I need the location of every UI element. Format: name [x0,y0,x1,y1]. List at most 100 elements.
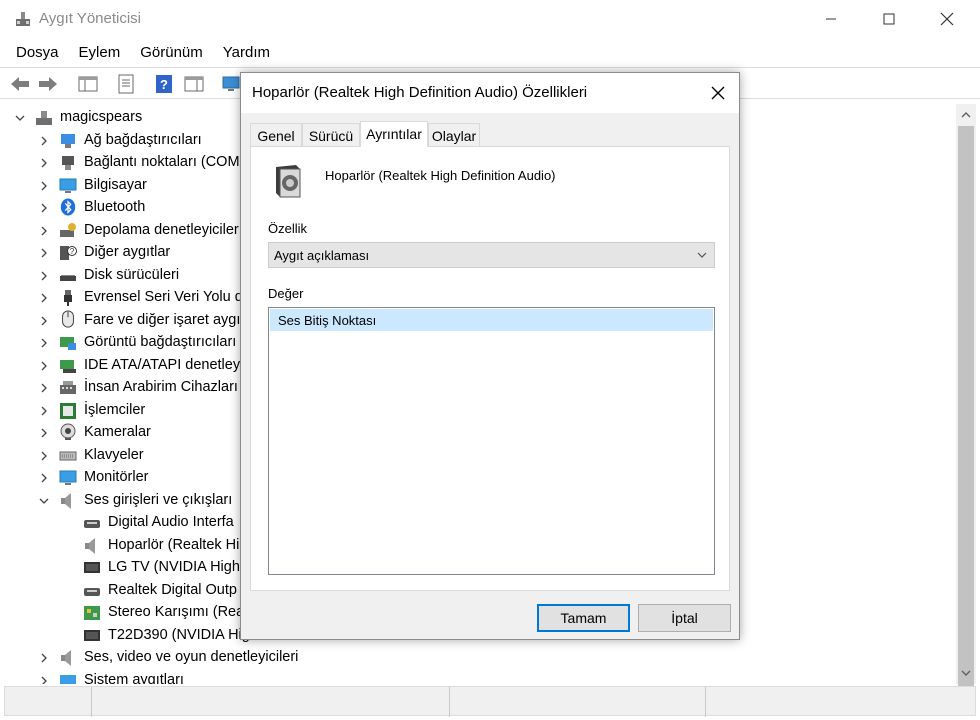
console-tree-icon [78,76,98,92]
expand-chevron-icon[interactable] [38,382,50,394]
expand-chevron-icon[interactable] [38,157,50,169]
tree-item-label: LG TV (NVIDIA High D [108,559,255,575]
list-item-text: Ses Bitiş Noktası [278,313,377,328]
usb-plug-icon [64,290,72,306]
tv-icon [84,630,100,641]
tree-item-label: Depolama denetleyiciler [84,222,239,238]
tree-item-label: Disk sürücüleri [84,267,180,283]
tab-general[interactable]: Genel [250,123,302,146]
speaker-icon [85,538,95,554]
tree-item-label: Klavyeler [84,447,144,463]
property-select-value: Aygıt açıklaması [274,248,370,263]
tree-item-label: T22D390 (NVIDIA Hig [108,627,250,643]
menu-file[interactable]: Dosya [0,41,69,65]
expand-chevron-icon[interactable] [38,405,50,417]
forward-arrow-icon [39,77,57,91]
details-panel: Hoparlör (Realtek High Definition Audio)… [250,146,730,591]
expand-chevron-icon[interactable] [38,450,50,462]
tree-item-label: Sistem aygıtları [84,672,184,684]
title-bar: Aygıt Yöneticisi [0,0,980,38]
tree-item-sound-video-game-controllers[interactable]: Ses, video ve oyun denetleyicileri [6,647,406,669]
properties-icon [118,74,134,94]
speaker-icon [61,493,71,509]
expand-chevron-icon[interactable] [38,180,50,192]
scroll-up-arrow-icon[interactable] [956,106,976,124]
tree-item-label: Görüntü bağdaştırıcıları [84,334,237,350]
maximize-button[interactable] [860,0,918,38]
mouse-icon [62,310,74,328]
list-item-selected[interactable]: Ses Bitiş Noktası [270,309,713,331]
keyboard-icon [59,451,77,461]
tree-item-system-devices[interactable]: Sistem aygıtları [6,670,406,684]
expand-chevron-icon[interactable] [38,292,50,304]
expand-chevron-icon[interactable] [38,472,50,484]
value-label: Değer [268,286,304,301]
back-button[interactable] [8,72,32,96]
properties-dialog: Hoparlör (Realtek High Definition Audio)… [240,72,740,640]
tree-item-label: Diğer aygıtlar [84,244,171,260]
monitor-icon [59,470,77,485]
status-divider [705,687,706,717]
expand-chevron-icon[interactable] [38,652,50,664]
expand-chevron-icon[interactable] [38,675,50,684]
webcam-icon [60,423,76,440]
tree-item-label: Bluetooth [84,199,146,215]
expand-chevron-icon[interactable] [38,315,50,327]
expand-chevron-icon[interactable] [38,360,50,372]
network-adapter-icon [61,134,75,148]
tree-item-label: Ses girişleri ve çıkışları [84,492,233,508]
cancel-button[interactable]: İptal [638,604,731,632]
tree-item-label: İşlemciler [84,402,146,418]
tree-vertical-scrollbar[interactable] [956,104,976,690]
tree-item-label: Ses, video ve oyun denetleyicileri [84,649,299,665]
device-name: Hoparlör (Realtek High Definition Audio) [325,168,556,183]
expand-chevron-icon[interactable] [38,337,50,349]
close-icon [940,12,954,26]
svg-text:?: ? [160,77,168,92]
expand-chevron-icon[interactable] [38,225,50,237]
scroll-down-arrow-icon[interactable] [956,664,976,682]
expand-chevron-icon[interactable] [38,135,50,147]
status-divider [449,687,450,717]
menu-action[interactable]: Eylem [69,41,131,65]
close-icon [711,86,725,100]
window-title: Aygıt Yöneticisi [39,10,142,27]
svg-text:?: ? [70,247,75,256]
tab-details[interactable]: Ayrıntılar [360,121,428,147]
collapse-chevron-icon[interactable] [38,495,50,507]
tree-item-label: IDE ATA/ATAPI denetleyic [84,357,251,373]
tab-events[interactable]: Olaylar [428,123,480,146]
help-toolbar-button[interactable]: ? [152,72,176,96]
property-select[interactable]: Aygıt açıklaması [268,242,715,268]
expand-chevron-icon[interactable] [38,270,50,282]
ok-button[interactable]: Tamam [537,604,630,632]
value-listbox[interactable]: Ses Bitiş Noktası [268,307,715,575]
audio-device-icon [84,520,100,528]
menu-help[interactable]: Yardım [213,41,280,65]
collapse-chevron-icon[interactable] [14,112,26,124]
device-manager-app-icon [16,12,30,26]
speaker-device-icon [276,165,301,198]
expand-chevron-icon[interactable] [38,247,50,259]
tree-item-label: Digital Audio Interfa [108,514,234,530]
menu-view[interactable]: Görünüm [130,41,213,65]
expand-chevron-icon[interactable] [38,427,50,439]
show-hide-console-tree-button[interactable] [76,72,100,96]
status-divider [91,687,92,717]
speaker-icon [61,650,71,666]
system-device-icon [60,675,76,684]
display-adapter-icon [60,337,76,350]
tv-icon [84,562,100,573]
tab-driver[interactable]: Sürücü [302,123,360,146]
stereo-mix-icon [84,606,100,620]
computer-root-icon [36,111,52,125]
minimize-button[interactable] [802,0,860,38]
dialog-close-button[interactable] [697,73,739,113]
properties-toolbar-button[interactable] [114,72,138,96]
forward-button[interactable] [36,72,60,96]
close-button[interactable] [918,0,976,38]
expand-chevron-icon[interactable] [38,202,50,214]
action-pane-button[interactable] [182,72,206,96]
scroll-thumb[interactable] [958,126,974,690]
property-label: Özellik [268,221,308,236]
